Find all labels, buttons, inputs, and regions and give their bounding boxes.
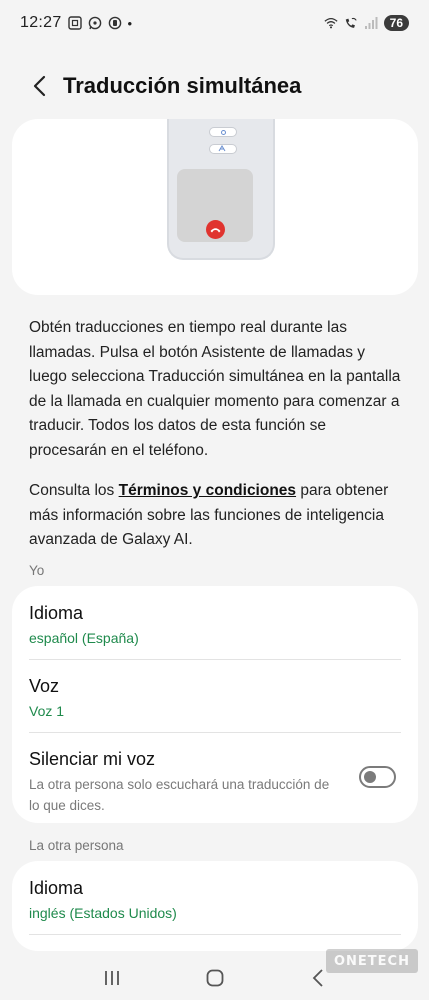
back-arrow-icon [33,75,46,97]
other-language-title: Idioma [29,878,84,898]
end-call-icon [206,220,225,239]
toggle-knob [364,771,376,783]
terms-paragraph: Consulta los Términos y condiciones para… [29,479,401,553]
assistant-pill-icon [209,127,237,137]
mute-voice-row[interactable]: Silenciar mi voz La otra persona solo es… [29,749,401,816]
feature-description: Obtén traducciones en tiempo real durant… [29,319,401,459]
call-screen-illustration [177,169,253,242]
other-language-value: inglés (Estados Unidos) [29,905,177,921]
record-icon [108,16,122,30]
divider [29,659,401,660]
mute-voice-description: La otra persona solo escuchará una tradu… [29,777,330,813]
my-voice-title: Voz [29,676,60,696]
illustration-card [12,119,418,295]
divider [29,732,401,733]
translate-pill-icon [209,144,237,154]
wifi-call-icon [344,16,358,30]
home-button[interactable] [195,958,235,998]
my-voice-value: Voz 1 [29,703,65,719]
other-language-row[interactable]: Idioma inglés (Estados Unidos) [29,878,401,921]
status-time: 12:27 [20,14,62,31]
my-voice-row[interactable]: Voz Voz 1 [29,676,401,719]
my-language-value: español (España) [29,630,139,646]
whatsapp-icon [88,16,102,30]
signal-icon [364,16,378,30]
my-language-row[interactable]: Idioma español (España) [29,603,401,646]
wifi-icon [324,16,338,30]
section-label-other: La otra persona [29,838,124,853]
mute-voice-toggle[interactable] [359,766,396,788]
section-label-me: Yo [29,563,45,578]
recent-apps-button[interactable] [92,958,132,998]
page-title: Traducción simultánea [63,73,302,98]
notification-dot: • [127,15,133,31]
terms-link[interactable]: Términos y condiciones [119,482,296,499]
screenshot-icon [67,16,82,30]
mute-voice-title: Silenciar mi voz [29,749,156,769]
app-header: Traducción simultánea [0,62,429,110]
back-nav-icon [312,968,323,987]
terms-prefix: Consulta los [29,482,119,499]
battery-indicator: 76 [383,15,409,31]
status-bar: 12:27 • 76 [0,0,429,46]
watermark-logo: ONETECH [326,949,418,973]
divider [29,934,401,935]
my-language-title: Idioma [29,603,84,623]
home-icon [206,969,223,986]
back-button[interactable] [20,66,60,106]
phone-illustration [167,119,275,260]
recent-apps-icon [104,970,119,985]
other-settings-card: Idioma inglés (Estados Unidos) [12,861,418,951]
my-settings-card: Idioma español (España) Voz Voz 1 Silenc… [12,586,418,823]
